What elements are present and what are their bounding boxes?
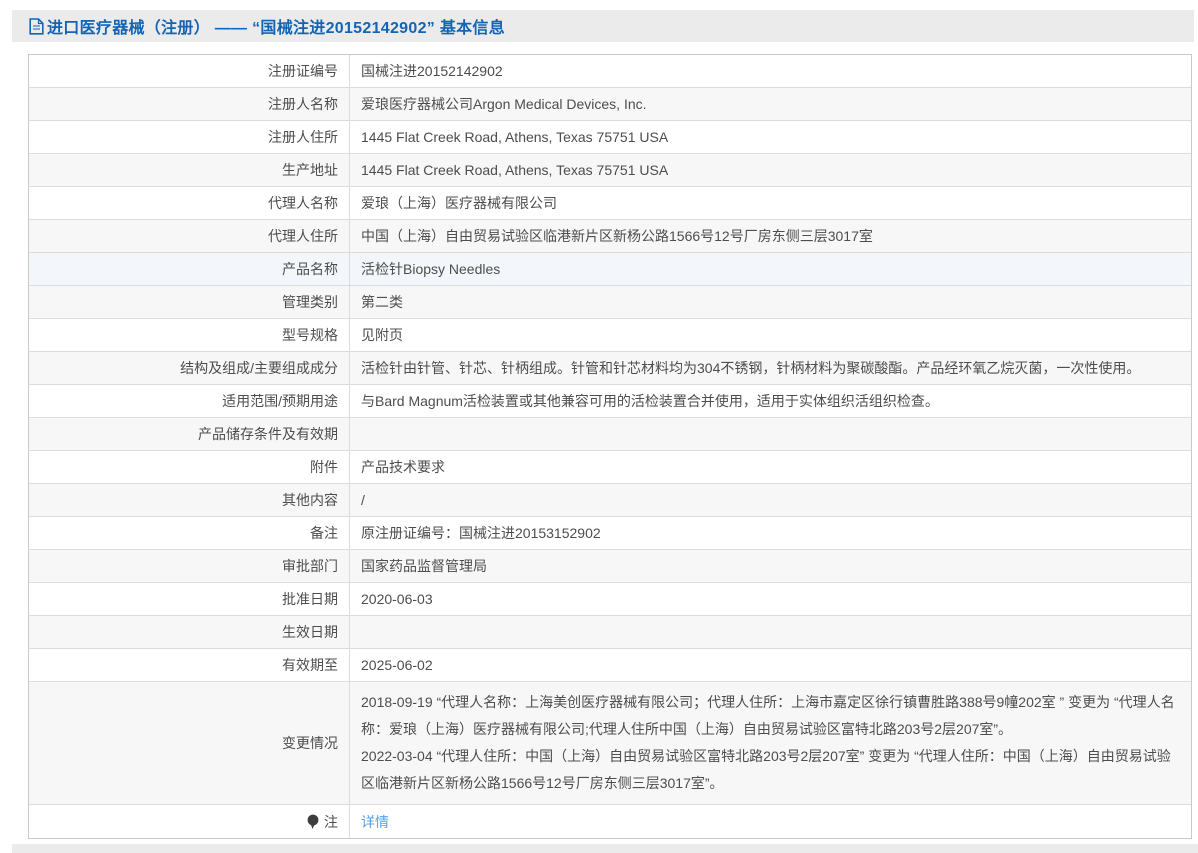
table-row: 适用范围/预期用途与Bard Magnum活检装置或其他兼容可用的活检装置合并使… (29, 385, 1191, 418)
row-label: 注册人名称 (29, 88, 350, 120)
page-title: 进口医疗器械（注册） —— “国械注进20152142902” 基本信息 (47, 14, 505, 38)
row-value: 爱琅（上海）医疗器械有限公司 (350, 187, 1191, 219)
note-label: 注 (324, 812, 338, 832)
row-label: 适用范围/预期用途 (29, 385, 350, 417)
table-row: 备注原注册证编号：国械注进20153152902 (29, 517, 1191, 550)
table-row: 产品储存条件及有效期 (29, 418, 1191, 451)
row-value: 2018-09-19 “代理人名称：上海美创医疗器械有限公司；代理人住所：上海市… (350, 682, 1191, 804)
row-label: 生效日期 (29, 616, 350, 648)
row-label: 其他内容 (29, 484, 350, 516)
row-value: 活检针由针管、针芯、针柄组成。针管和针芯材料均为304不锈钢，针柄材料为聚碳酸酯… (350, 352, 1191, 384)
row-value: 中国（上海）自由贸易试验区临港新片区新杨公路1566号12号厂房东侧三层3017… (350, 220, 1191, 252)
table-row: 变更情况2018-09-19 “代理人名称：上海美创医疗器械有限公司；代理人住所… (29, 682, 1191, 805)
row-value (350, 418, 1191, 450)
row-label: 型号规格 (29, 319, 350, 351)
row-label: 代理人名称 (29, 187, 350, 219)
table-row: 其他内容/ (29, 484, 1191, 517)
row-label: 管理类别 (29, 286, 350, 318)
row-label: 审批部门 (29, 550, 350, 582)
row-label: 附件 (29, 451, 350, 483)
row-value (350, 616, 1191, 648)
row-value: 2020-06-03 (350, 583, 1191, 615)
table-row: 注册证编号国械注进20152142902 (29, 55, 1191, 88)
page-footer-strip (12, 844, 1198, 853)
table-row: 代理人名称爱琅（上海）医疗器械有限公司 (29, 187, 1191, 220)
table-row-note: 注 详情 (29, 805, 1191, 838)
table-row: 型号规格见附页 (29, 319, 1191, 352)
row-value: 爱琅医疗器械公司Argon Medical Devices, Inc. (350, 88, 1191, 120)
table-row: 结构及组成/主要组成成分活检针由针管、针芯、针柄组成。针管和针芯材料均为304不… (29, 352, 1191, 385)
row-label: 注册人住所 (29, 121, 350, 153)
row-label: 产品储存条件及有效期 (29, 418, 350, 450)
table-row: 产品名称活检针Biopsy Needles (29, 253, 1191, 286)
table-row: 注册人名称爱琅医疗器械公司Argon Medical Devices, Inc. (29, 88, 1191, 121)
row-label: 生产地址 (29, 154, 350, 186)
details-link[interactable]: 详情 (361, 809, 389, 835)
row-value: 1445 Flat Creek Road, Athens, Texas 7575… (350, 121, 1191, 153)
row-value: 活检针Biopsy Needles (350, 253, 1191, 285)
row-label: 注册证编号 (29, 55, 350, 87)
row-value: 详情 (350, 805, 1191, 838)
row-label: 产品名称 (29, 253, 350, 285)
registration-info-table: 注册证编号国械注进20152142902注册人名称爱琅医疗器械公司Argon M… (28, 54, 1192, 839)
row-value: 见附页 (350, 319, 1191, 351)
table-row: 管理类别第二类 (29, 286, 1191, 319)
row-label: 变更情况 (29, 682, 350, 804)
comment-icon (307, 814, 319, 829)
row-label: 注 (29, 805, 350, 838)
table-row: 批准日期2020-06-03 (29, 583, 1191, 616)
row-value: 1445 Flat Creek Road, Athens, Texas 7575… (350, 154, 1191, 186)
row-value: 2025-06-02 (350, 649, 1191, 681)
row-label: 有效期至 (29, 649, 350, 681)
row-label: 代理人住所 (29, 220, 350, 252)
row-value: 与Bard Magnum活检装置或其他兼容可用的活检装置合并使用，适用于实体组织… (350, 385, 1191, 417)
page-header: 进口医疗器械（注册） —— “国械注进20152142902” 基本信息 (12, 10, 1194, 42)
table-row: 生产地址1445 Flat Creek Road, Athens, Texas … (29, 154, 1191, 187)
row-value: 第二类 (350, 286, 1191, 318)
table-row: 有效期至2025-06-02 (29, 649, 1191, 682)
row-label: 结构及组成/主要组成成分 (29, 352, 350, 384)
row-label: 备注 (29, 517, 350, 549)
row-value: 原注册证编号：国械注进20153152902 (350, 517, 1191, 549)
table-row: 注册人住所1445 Flat Creek Road, Athens, Texas… (29, 121, 1191, 154)
table-row: 代理人住所中国（上海）自由贸易试验区临港新片区新杨公路1566号12号厂房东侧三… (29, 220, 1191, 253)
table-row: 审批部门国家药品监督管理局 (29, 550, 1191, 583)
row-value: 国家药品监督管理局 (350, 550, 1191, 582)
row-label: 批准日期 (29, 583, 350, 615)
row-value: 国械注进20152142902 (350, 55, 1191, 87)
table-row: 附件产品技术要求 (29, 451, 1191, 484)
table-row: 生效日期 (29, 616, 1191, 649)
row-value: 产品技术要求 (350, 451, 1191, 483)
row-value: / (350, 484, 1191, 516)
document-icon (29, 18, 44, 35)
